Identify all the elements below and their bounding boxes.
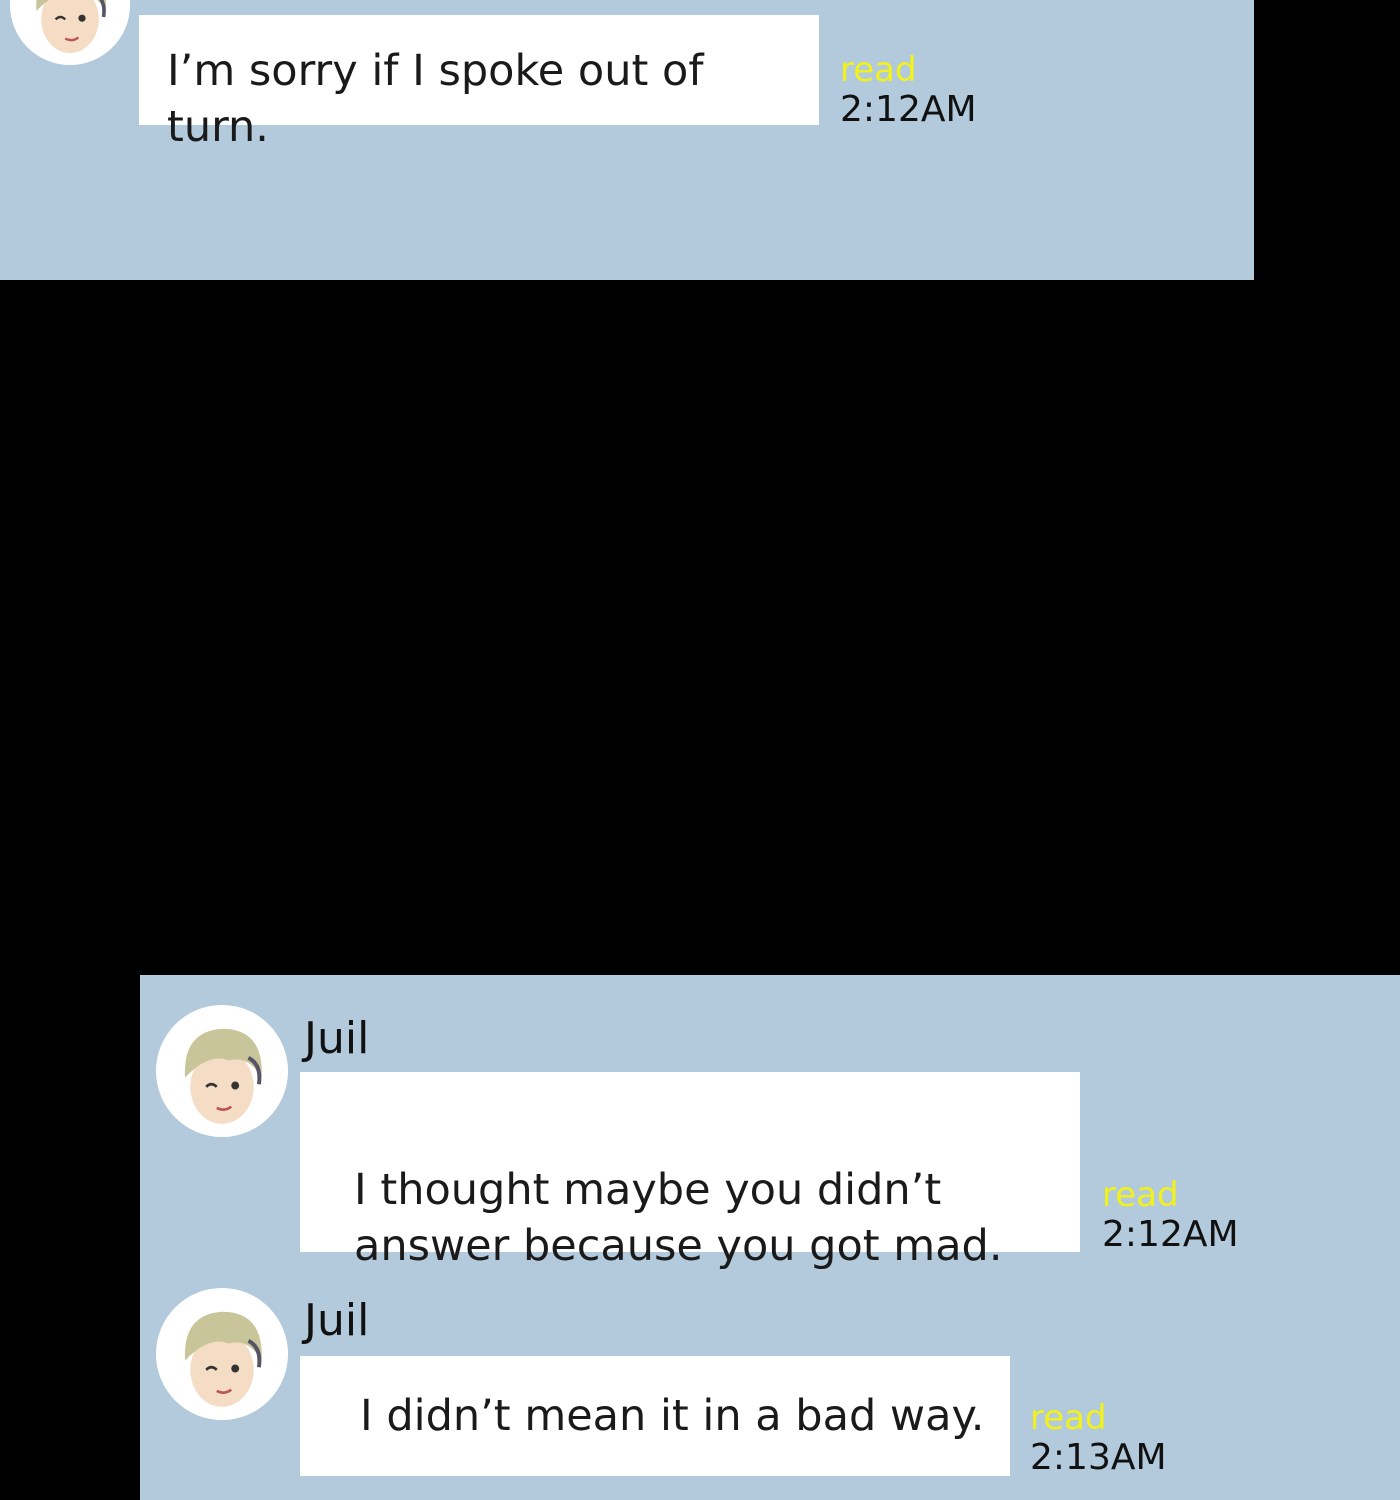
message-meta: read 2:12AM: [1102, 1175, 1239, 1255]
sender-name: Juil: [304, 1295, 370, 1346]
message-time: 2:12AM: [1102, 1214, 1239, 1255]
chat-panel-top: I’m sorry if I spoke out of turn. read 2…: [0, 0, 1254, 280]
face-icon: [10, 0, 130, 65]
face-icon: [156, 1288, 288, 1420]
message-bubble[interactable]: I didn’t mean it in a bad way.: [300, 1356, 1010, 1476]
avatar-icon[interactable]: [156, 1005, 288, 1137]
avatar-icon[interactable]: [10, 0, 130, 65]
message-bubble[interactable]: I’m sorry if I spoke out of turn.: [139, 15, 819, 152]
read-indicator: read: [1102, 1175, 1179, 1215]
message-time: 2:13AM: [1030, 1437, 1167, 1478]
sender-name: Juil: [304, 1013, 370, 1064]
message-text: I thought maybe you didn’t answer becaus…: [354, 1165, 1003, 1271]
message-text: I’m sorry if I spoke out of turn.: [167, 46, 704, 152]
chat-screen: I’m sorry if I spoke out of turn. read 2…: [0, 0, 1400, 1500]
message-meta: read 2:13AM: [1030, 1398, 1167, 1478]
message-time: 2:12AM: [840, 89, 977, 130]
read-indicator: read: [840, 50, 917, 90]
chat-panel-bottom: Juil I thought maybe you didn’t answer b…: [140, 975, 1400, 1500]
face-icon: [156, 1005, 288, 1137]
message-text: I didn’t mean it in a bad way.: [360, 1391, 985, 1441]
avatar-icon[interactable]: [156, 1288, 288, 1420]
message-bubble[interactable]: I thought maybe you didn’t answer becaus…: [300, 1072, 1080, 1271]
message-meta: read 2:12AM: [840, 50, 977, 130]
read-indicator: read: [1030, 1398, 1107, 1438]
